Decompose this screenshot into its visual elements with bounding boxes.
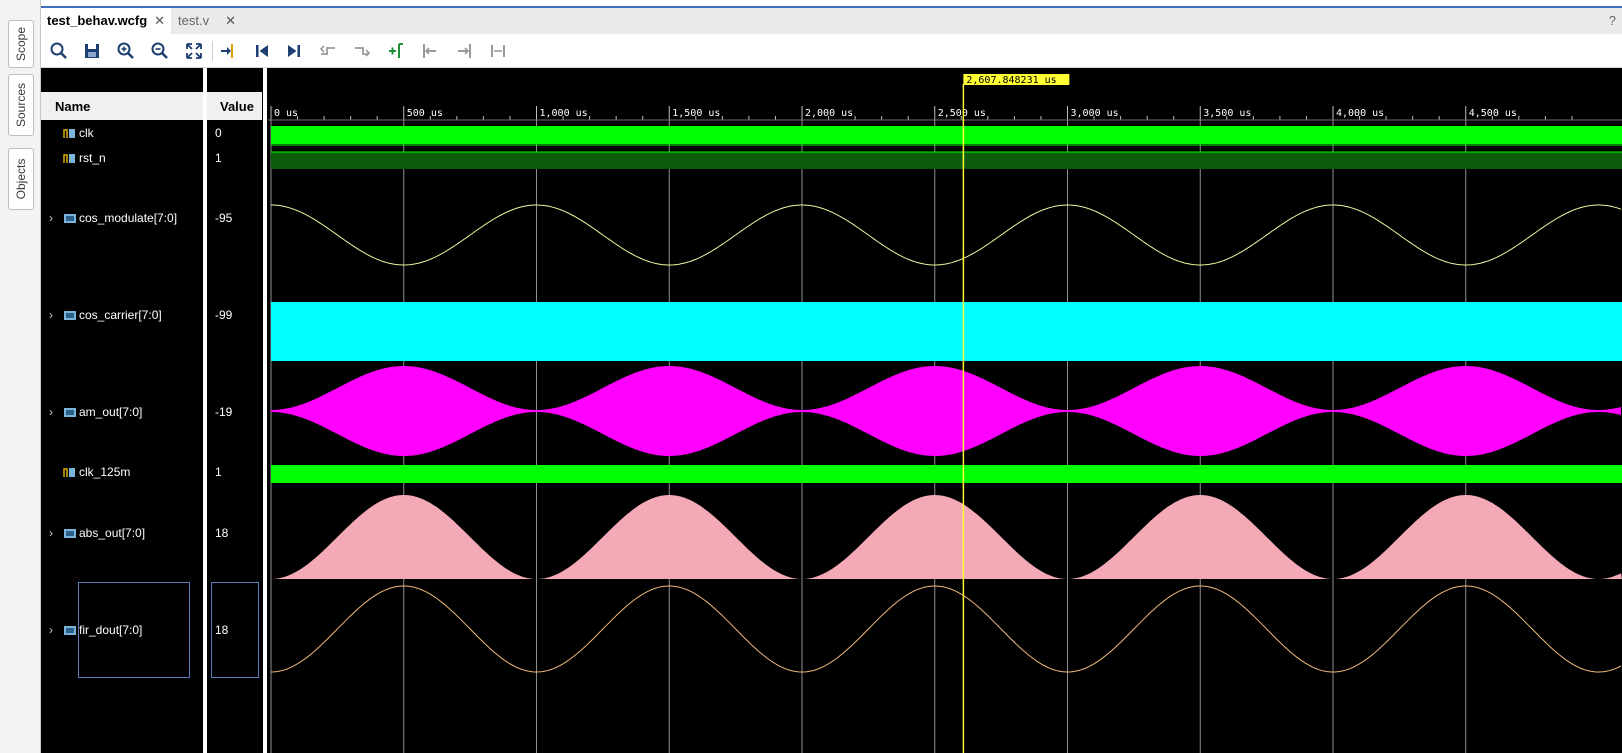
swap-cursors-icon[interactable] <box>485 38 511 64</box>
signal-name: clk <box>79 126 94 140</box>
tab-test-v[interactable]: test.v ✕ <box>172 8 242 34</box>
close-tab-icon[interactable]: ✕ <box>154 13 165 29</box>
name-column-header[interactable]: Name <box>41 92 205 120</box>
signal-value: 1 <box>215 465 222 479</box>
signal-name: am_out[7:0] <box>79 405 143 419</box>
side-tab-scope-label: Scope <box>14 26 28 62</box>
timeline-tick-label: 4,500 us <box>1469 108 1517 119</box>
previous-transition-icon[interactable] <box>315 38 341 64</box>
editor-tab-bar: test_behav.wcfg ✕ test.v ✕ ? <box>41 6 1622 34</box>
signal-value: -19 <box>215 405 233 419</box>
side-tab-sources[interactable]: Sources <box>8 74 34 136</box>
signal-row-am-out[interactable]: › am_out[7:0] -19 <box>41 405 263 421</box>
signal-name: rst_n <box>79 151 106 165</box>
rst-n-waveform <box>271 152 1622 169</box>
timeline-tick-label: 2,000 us <box>805 108 853 119</box>
timeline-tick-label: 0 us <box>274 108 298 119</box>
side-tab-objects-label: Objects <box>14 158 28 200</box>
zoom-out-icon[interactable] <box>147 38 173 64</box>
add-marker-icon[interactable] <box>383 38 409 64</box>
signal-value: -99 <box>215 308 233 322</box>
next-marker-icon[interactable] <box>451 38 477 64</box>
waveform-toolbar <box>41 34 1622 68</box>
expand-chevron-icon[interactable]: › <box>49 405 53 419</box>
waveform-canvas[interactable]: 0 us 500 us 1,000 us 1,500 us 2,000 us 2,500 … <box>268 68 1622 753</box>
signal-row-clk-125m[interactable]: clk_125m 1 <box>41 465 263 481</box>
side-tab-scope[interactable]: Scope <box>8 20 34 68</box>
previous-marker-icon[interactable] <box>417 38 443 64</box>
signal-value: 1 <box>215 151 222 165</box>
timeline-tick-label: 2,500 us <box>938 108 986 119</box>
timeline-tick-label: 4,000 us <box>1336 108 1384 119</box>
help-icon[interactable]: ? <box>1609 13 1616 28</box>
timeline-tick-label: 3,000 us <box>1071 108 1119 119</box>
next-transition-icon[interactable] <box>349 38 375 64</box>
cursor-time-label: 2,607.848231 us <box>966 75 1056 86</box>
bit-signal-icon <box>63 152 77 167</box>
signal-name: cos_modulate[7:0] <box>79 211 178 225</box>
signal-name: clk_125m <box>79 465 131 479</box>
signal-name: abs_out[7:0] <box>79 526 146 540</box>
value-column-header[interactable]: Value <box>206 92 262 120</box>
signal-value: 18 <box>215 526 229 540</box>
bus-signal-icon <box>63 624 77 639</box>
abs-out-waveform <box>271 495 1622 579</box>
signal-value: -95 <box>215 211 233 225</box>
toolbar-separator <box>212 41 213 61</box>
timeline-tick-label: 500 us <box>407 108 443 119</box>
expand-chevron-icon[interactable]: › <box>49 308 53 322</box>
signal-row-clk[interactable]: clk 0 <box>41 126 263 142</box>
waveform-window: Name Value clk 0 rst_n 1 › cos_modulate[… <box>41 68 1622 753</box>
tab-label: test_behav.wcfg <box>47 13 148 28</box>
value-wave-divider[interactable] <box>263 68 267 753</box>
signal-row-abs-out[interactable]: › abs_out[7:0] 18 <box>41 526 263 542</box>
timeline-tick-label: 3,500 us <box>1203 108 1251 119</box>
expand-chevron-icon[interactable]: › <box>49 211 53 225</box>
selected-value-cell <box>211 582 259 678</box>
save-icon[interactable] <box>79 38 105 64</box>
go-to-start-icon[interactable] <box>249 38 275 64</box>
go-to-end-icon[interactable] <box>281 38 307 64</box>
cos-carrier-waveform <box>271 302 1622 361</box>
selected-name-cell <box>78 582 190 678</box>
zoom-search-icon[interactable] <box>46 38 72 64</box>
signal-name: cos_carrier[7:0] <box>79 308 162 322</box>
bus-signal-icon <box>63 309 77 324</box>
clk-125m-waveform <box>271 465 1622 483</box>
tab-label: test.v <box>178 13 210 28</box>
timeline-tick-label: 1,500 us <box>672 108 720 119</box>
signal-row-rst-n[interactable]: rst_n 1 <box>41 151 263 167</box>
am-out-waveform <box>271 366 1621 456</box>
timeline-tick-label: 1,000 us <box>540 108 588 119</box>
bit-signal-icon <box>63 127 77 142</box>
zoom-in-icon[interactable] <box>113 38 139 64</box>
signal-value: 0 <box>215 126 222 140</box>
zoom-fit-icon[interactable] <box>181 38 207 64</box>
bus-signal-icon <box>63 406 77 421</box>
expand-chevron-icon[interactable]: › <box>49 623 53 637</box>
close-tab-icon[interactable]: ✕ <box>225 13 236 29</box>
side-tab-objects[interactable]: Objects <box>8 148 34 210</box>
clk-waveform <box>271 126 1622 144</box>
signal-row-cos-carrier[interactable]: › cos_carrier[7:0] -99 <box>41 308 263 324</box>
expand-chevron-icon[interactable]: › <box>49 526 53 540</box>
bus-signal-icon <box>63 212 77 227</box>
cos-modulate-waveform <box>271 204 1622 266</box>
tab-test-behav-wcfg[interactable]: test_behav.wcfg ✕ <box>41 8 171 34</box>
goto-cursor-icon[interactable] <box>215 38 241 64</box>
side-tab-sources-label: Sources <box>14 82 28 128</box>
side-panel-rail: Scope Sources Objects <box>0 0 41 753</box>
bus-signal-icon <box>63 527 77 542</box>
signal-row-cos-modulate[interactable]: › cos_modulate[7:0] -95 <box>41 211 263 227</box>
fir-dout-waveform <box>271 585 1622 673</box>
bit-signal-icon <box>63 466 77 481</box>
